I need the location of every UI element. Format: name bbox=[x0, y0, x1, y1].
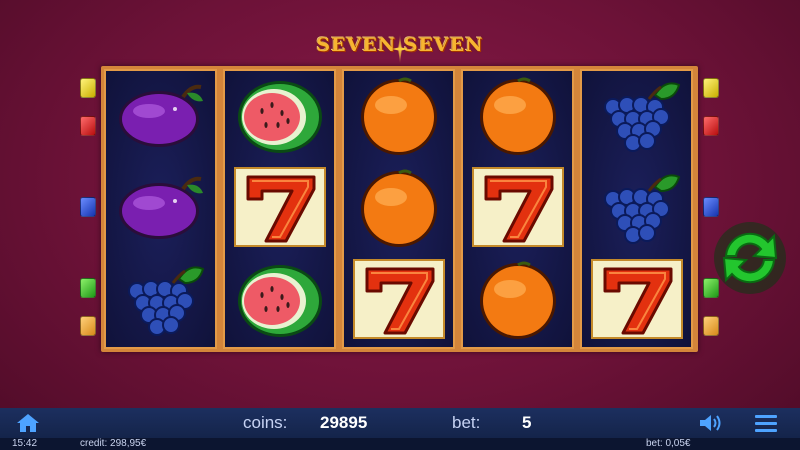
watermelon-icon bbox=[232, 257, 328, 346]
grapes-icon bbox=[113, 257, 209, 346]
payline-marker-left-3 bbox=[80, 197, 96, 217]
coins-display: coins: bbox=[243, 408, 287, 438]
plum-icon bbox=[113, 165, 209, 254]
reel-1-cell-3 bbox=[106, 255, 215, 347]
game-logo: SEVEN SEVEN bbox=[0, 34, 800, 64]
seven-icon bbox=[351, 257, 447, 346]
seven-icon bbox=[232, 165, 328, 254]
seven-icon bbox=[589, 257, 685, 346]
bottom-control-bar: coins: 29895 bet: 5 bbox=[0, 408, 800, 438]
payline-marker-right-2 bbox=[703, 116, 719, 136]
payline-marker-right-1 bbox=[703, 78, 719, 98]
coins-value-wrap: 29895 bbox=[320, 408, 367, 438]
status-credit: credit: 298,95€ bbox=[80, 438, 147, 449]
reels-frame bbox=[101, 66, 698, 352]
orange-icon bbox=[470, 257, 566, 346]
menu-button[interactable] bbox=[752, 411, 780, 435]
grapes-icon bbox=[589, 165, 685, 254]
home-icon bbox=[17, 414, 39, 432]
reel-5-cell-3 bbox=[582, 255, 691, 347]
reel-2-cell-3 bbox=[225, 255, 334, 347]
reel-5-cell-2 bbox=[582, 163, 691, 255]
reel-1 bbox=[104, 69, 217, 349]
bet-label: bet: bbox=[452, 413, 481, 432]
coins-value: 29895 bbox=[320, 413, 368, 432]
coins-label: coins: bbox=[243, 413, 288, 432]
status-bar: 15:42 credit: 298,95€ bet: 0,05€ bbox=[0, 438, 800, 450]
status-bet: bet: 0,05€ bbox=[646, 438, 691, 449]
status-time: 15:42 bbox=[12, 438, 38, 449]
orange-icon bbox=[351, 165, 447, 254]
reel-4-cell-3 bbox=[463, 255, 572, 347]
reel-3-cell-1 bbox=[344, 71, 453, 163]
payline-marker-right-5 bbox=[703, 316, 719, 336]
seven-icon bbox=[470, 165, 566, 254]
orange-icon bbox=[351, 73, 447, 162]
reel-3-cell-2 bbox=[344, 163, 453, 255]
grapes-icon bbox=[589, 73, 685, 162]
home-button[interactable] bbox=[14, 411, 42, 435]
reel-4 bbox=[461, 69, 574, 349]
watermelon-icon bbox=[232, 73, 328, 162]
bet-display: bet: bbox=[452, 408, 480, 438]
reel-2-cell-2 bbox=[225, 163, 334, 255]
spin-button[interactable] bbox=[706, 216, 794, 300]
bet-value[interactable]: 5 bbox=[522, 413, 531, 432]
hamburger-icon bbox=[755, 415, 777, 432]
payline-marker-right-3 bbox=[703, 197, 719, 217]
plum-icon bbox=[113, 73, 209, 162]
payline-marker-left-2 bbox=[80, 116, 96, 136]
reel-3-cell-3 bbox=[344, 255, 453, 347]
orange-icon bbox=[470, 73, 566, 162]
payline-marker-left-4 bbox=[80, 278, 96, 298]
reel-4-cell-2 bbox=[463, 163, 572, 255]
payline-marker-left-5 bbox=[80, 316, 96, 336]
reel-3 bbox=[342, 69, 455, 349]
refresh-icon bbox=[714, 222, 786, 294]
reel-1-cell-2 bbox=[106, 163, 215, 255]
reel-4-cell-1 bbox=[463, 71, 572, 163]
payline-marker-left-1 bbox=[80, 78, 96, 98]
speaker-icon bbox=[700, 415, 721, 431]
reel-5 bbox=[580, 69, 693, 349]
sound-button[interactable] bbox=[697, 411, 725, 435]
reel-1-cell-1 bbox=[106, 71, 215, 163]
bet-value-wrap[interactable]: 5 bbox=[522, 408, 531, 438]
reel-5-cell-1 bbox=[582, 71, 691, 163]
reel-2 bbox=[223, 69, 336, 349]
reel-2-cell-1 bbox=[225, 71, 334, 163]
